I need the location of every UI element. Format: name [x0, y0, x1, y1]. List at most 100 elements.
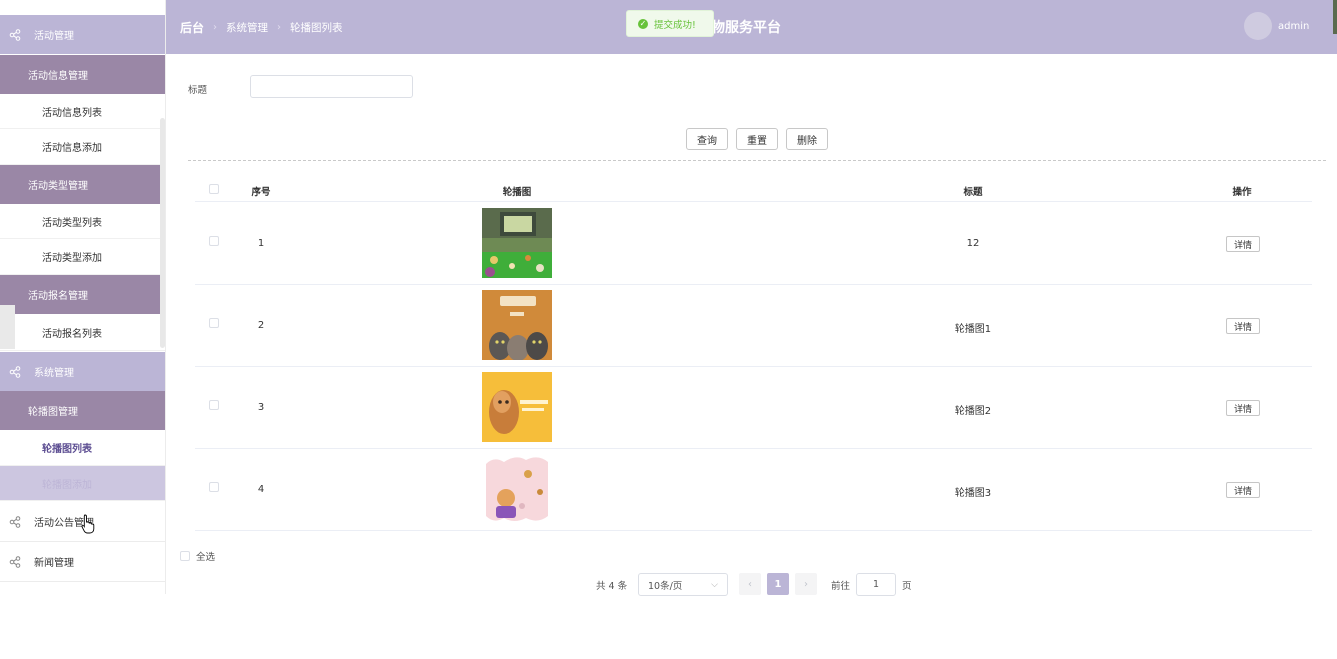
top-header: 后台 › 系统管理 › 轮播图列表 物服务平台 admin: [166, 0, 1337, 54]
pagination-total: 共 4 条: [596, 581, 628, 592]
row-index: 3: [257, 402, 265, 413]
next-page-button[interactable]: ›: [795, 573, 817, 595]
header-checkbox[interactable]: [209, 184, 219, 194]
chevron-down-icon: ⌵: [711, 579, 718, 590]
row-title: 轮播图2: [954, 406, 992, 417]
sidebar-item-label: 活动类型添加: [42, 253, 102, 264]
row-title: 轮播图3: [954, 488, 992, 499]
sidebar-item-label: 活动类型列表: [42, 217, 102, 229]
query-button[interactable]: 查询: [686, 128, 728, 150]
sidebar-item-news-mgmt[interactable]: 新闻管理: [0, 542, 165, 582]
success-toast: ✓ 提交成功!: [626, 10, 714, 37]
detail-button[interactable]: 详情: [1226, 400, 1260, 416]
share-icon: [9, 515, 21, 528]
detail-button[interactable]: 详情: [1226, 482, 1260, 498]
title-input[interactable]: [250, 75, 413, 98]
table-row: 4 轮播图3 详情: [195, 449, 1312, 531]
carousel-thumbnail[interactable]: [482, 454, 552, 524]
column-header-index: 序号: [251, 187, 271, 198]
breadcrumb-separator-icon: ›: [277, 22, 282, 33]
page-unit-label: 页: [902, 581, 912, 592]
detail-button[interactable]: 详情: [1226, 318, 1260, 334]
platform-title: 物服务平台: [711, 20, 781, 36]
column-header-action: 操作: [1232, 187, 1252, 198]
row-checkbox[interactable]: [209, 318, 219, 328]
sidebar-item-carousel-mgmt[interactable]: 轮播图管理: [0, 391, 165, 430]
sidebar-item-label: 轮播图管理: [28, 407, 78, 418]
carousel-thumbnail[interactable]: [482, 208, 552, 278]
reset-button[interactable]: 重置: [736, 128, 778, 150]
table-header: 序号 轮播图 标题 操作: [195, 176, 1312, 202]
breadcrumb-system[interactable]: 系统管理: [226, 20, 268, 35]
toast-message: 提交成功!: [654, 19, 696, 31]
carousel-thumbnail[interactable]: [482, 290, 552, 360]
row-title: 轮播图1: [954, 324, 992, 335]
goto-page-input[interactable]: 1: [856, 573, 896, 596]
prev-page-button[interactable]: ‹: [739, 573, 761, 595]
sidebar-item-label: 系统管理: [34, 368, 74, 379]
table-row: 1 12 详情: [195, 203, 1312, 285]
sidebar-item-label: 轮播图列表: [42, 444, 92, 455]
sidebar-item-activity-mgmt[interactable]: 活动管理: [0, 15, 165, 54]
carousel-thumbnail[interactable]: [482, 372, 552, 442]
select-all-checkbox[interactable]: [180, 551, 190, 561]
avatar[interactable]: [1244, 12, 1272, 40]
sidebar-item-label: 活动报名管理: [28, 291, 88, 302]
sidebar-item-carousel-add[interactable]: 轮播图添加: [0, 466, 165, 501]
sidebar-item-activity-info-list[interactable]: 活动信息列表: [0, 94, 165, 129]
sidebar-item-activity-type-add[interactable]: 活动类型添加: [0, 239, 165, 275]
sidebar-item-activity-signup-list[interactable]: 活动报名列表: [0, 314, 165, 351]
chevron-right-icon: ›: [804, 578, 808, 590]
sidebar-item-activity-type-list[interactable]: 活动类型列表: [0, 204, 165, 239]
select-all[interactable]: 全选: [180, 549, 215, 563]
sidebar-item-label: 活动信息添加: [42, 143, 102, 154]
sidebar: 活动管理 活动信息管理 活动信息列表 活动信息添加 活动类型管理 活动类型列表 …: [0, 0, 166, 594]
sidebar-item-activity-info-mgmt[interactable]: 活动信息管理: [0, 55, 165, 94]
sidebar-item-label: 轮播图添加: [42, 479, 92, 491]
sidebar-item-label: 活动信息列表: [42, 107, 102, 119]
row-index: 1: [257, 238, 265, 249]
title-label: 标题: [188, 85, 208, 96]
sidebar-item-activity-type-mgmt[interactable]: 活动类型管理: [0, 165, 165, 204]
table-row: 2 轮播图1 详情: [195, 285, 1312, 367]
share-icon: [9, 28, 21, 41]
goto-label: 前往: [831, 581, 851, 592]
check-circle-icon: ✓: [638, 18, 648, 29]
share-icon: [9, 555, 21, 568]
row-checkbox[interactable]: [209, 482, 219, 492]
column-header-image: 轮播图: [502, 187, 532, 198]
sidebar-item-label: 活动信息管理: [28, 71, 88, 82]
select-all-label: 全选: [196, 552, 216, 563]
divider: [188, 160, 1326, 161]
breadcrumb: 后台 › 系统管理 › 轮播图列表: [180, 19, 343, 36]
breadcrumb-root[interactable]: 后台: [180, 19, 204, 36]
page-size-select[interactable]: 10条/页 ⌵: [638, 573, 728, 596]
page-size-value: 10条/页: [648, 580, 683, 592]
sidebar-item-activity-signup-mgmt[interactable]: 活动报名管理: [0, 275, 165, 314]
chevron-left-icon: ‹: [748, 578, 752, 590]
detail-button[interactable]: 详情: [1226, 236, 1260, 252]
page-number-current[interactable]: 1: [767, 573, 789, 595]
window-edge: [1333, 0, 1337, 34]
sidebar-item-label: 活动报名列表: [42, 328, 102, 340]
username[interactable]: admin: [1278, 21, 1309, 32]
breadcrumb-current: 轮播图列表: [290, 22, 343, 34]
row-index: 4: [257, 484, 265, 495]
table-row: 3 轮播图2 详情: [195, 367, 1312, 449]
sidebar-item-label: 活动类型管理: [28, 181, 88, 192]
row-checkbox[interactable]: [209, 400, 219, 410]
hand-cursor-icon: [81, 514, 95, 534]
row-title: 12: [966, 238, 980, 249]
sidebar-item-system-mgmt[interactable]: 系统管理: [0, 352, 165, 391]
sidebar-item-activity-info-add[interactable]: 活动信息添加: [0, 129, 165, 165]
breadcrumb-separator-icon: ›: [213, 22, 218, 33]
sidebar-item-label: 活动管理: [34, 31, 74, 42]
row-checkbox[interactable]: [209, 236, 219, 246]
sidebar-collapse-handle[interactable]: [0, 305, 15, 349]
sidebar-scrollbar[interactable]: [160, 118, 165, 348]
sidebar-item-carousel-list[interactable]: 轮播图列表: [0, 430, 165, 466]
row-index: 2: [257, 320, 265, 331]
delete-button[interactable]: 删除: [786, 128, 828, 150]
share-icon: [9, 365, 21, 378]
column-header-title: 标题: [963, 187, 983, 198]
